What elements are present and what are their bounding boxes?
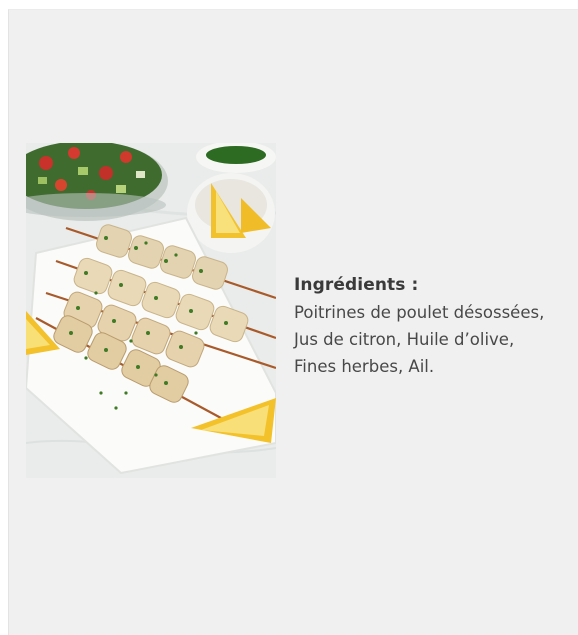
food-photo-icon [26, 143, 276, 478]
recipe-photo [26, 143, 276, 478]
ingredients-line-1: Poitrines de poulet désossées, [294, 303, 545, 322]
ingredients-line-3: Fines herbes, Ail. [294, 357, 435, 376]
ingredients-heading: Ingrédients : [294, 275, 419, 295]
ingredients-section: Ingrédients : Poitrines de poulet désoss… [294, 272, 574, 380]
ingredients-line-2: Jus de citron, Huile d’olive, [294, 330, 515, 349]
